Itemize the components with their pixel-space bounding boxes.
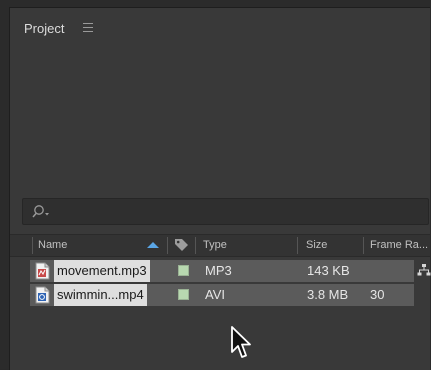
column-header-row: Name Type Size Frame Ra... <box>10 234 430 257</box>
column-header-size[interactable]: Size <box>306 239 327 251</box>
panel-title: Project <box>24 21 65 36</box>
panel-header: Project <box>10 8 430 48</box>
file-frame-rate: 30 <box>370 287 385 302</box>
sort-ascending-icon[interactable] <box>147 242 159 248</box>
file-row[interactable]: movement.mp3 MP3 143 KB <box>30 260 414 282</box>
app-frame: Project Name Type Size Frame Ra... movem… <box>0 0 431 370</box>
file-type: MP3 <box>205 263 232 278</box>
mouse-cursor-icon <box>231 326 251 358</box>
project-panel: Project Name Type Size Frame Ra... movem… <box>9 7 431 370</box>
column-separator <box>195 237 196 254</box>
panel-menu-icon[interactable] <box>83 23 93 32</box>
label-color-swatch[interactable] <box>178 289 189 300</box>
file-type: AVI <box>205 287 225 302</box>
video-file-icon <box>35 286 50 304</box>
file-name[interactable]: movement.mp3 <box>54 260 150 282</box>
file-row[interactable]: swimmin...mp4 AVI 3.8 MB 30 <box>30 284 414 306</box>
file-name[interactable]: swimmin...mp4 <box>54 284 147 306</box>
search-icon[interactable] <box>31 204 53 220</box>
column-separator <box>167 237 168 254</box>
column-header-name[interactable]: Name <box>38 239 67 251</box>
column-separator <box>32 237 33 254</box>
file-size: 143 KB <box>307 263 350 278</box>
label-color-swatch[interactable] <box>178 265 189 276</box>
search-input[interactable] <box>22 198 429 225</box>
file-size: 3.8 MB <box>307 287 349 302</box>
column-separator <box>363 237 364 254</box>
column-header-type[interactable]: Type <box>203 239 227 251</box>
hierarchy-icon[interactable] <box>417 263 431 277</box>
column-header-frame-rate[interactable]: Frame Ra... <box>370 239 428 251</box>
label-tag-icon[interactable] <box>174 238 190 252</box>
audio-file-icon <box>35 262 50 280</box>
preview-area <box>10 48 430 198</box>
empty-list-area[interactable] <box>10 306 430 370</box>
column-separator <box>297 237 298 254</box>
